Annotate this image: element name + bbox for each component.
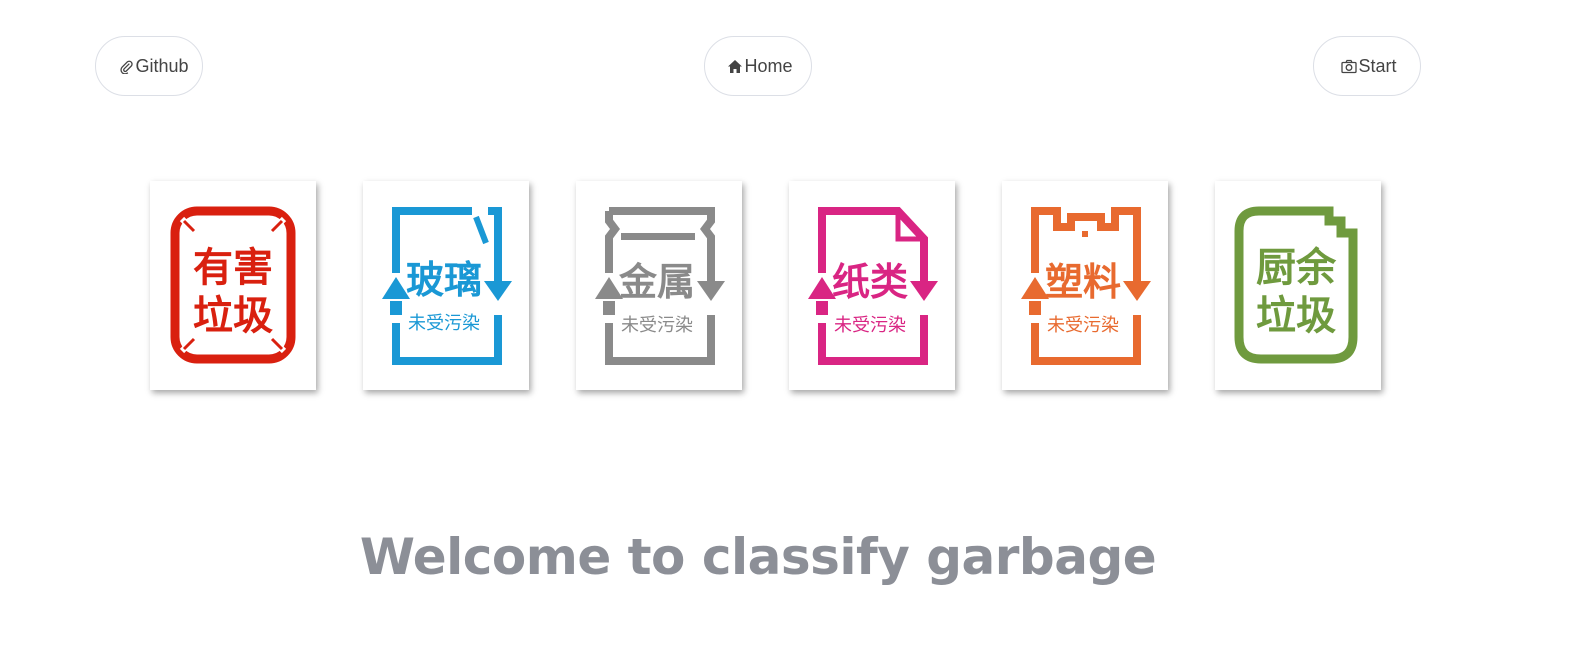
glass-line1: 玻璃: [406, 258, 482, 302]
home-label: Home: [744, 55, 793, 76]
start-label: Start: [1358, 55, 1397, 76]
plastic-line1: 塑料: [1045, 260, 1121, 304]
camera-icon: [1341, 59, 1358, 74]
metal-line1: 金属: [618, 260, 695, 304]
paper-line1: 纸类: [832, 260, 908, 304]
card-glass[interactable]: 玻璃 未受污染: [363, 181, 529, 390]
card-kitchen[interactable]: 厨余 垃圾: [1215, 181, 1381, 390]
paper-recycle-icon: 纸类 未受污染: [808, 207, 938, 365]
metal-sub: 未受污染: [621, 315, 693, 336]
home-icon: [727, 59, 743, 74]
paper-sub: 未受污染: [834, 315, 906, 336]
kitchen-line1: 厨余: [1256, 245, 1337, 291]
glass-recycle-icon: 玻璃 未受污染: [382, 207, 512, 365]
home-button[interactable]: Home: [704, 36, 812, 96]
github-label: Github: [135, 55, 189, 76]
card-hazardous[interactable]: 有害 垃圾: [150, 181, 316, 390]
kitchen-waste-icon: 厨余 垃圾: [1234, 206, 1358, 364]
card-paper[interactable]: 纸类 未受污染: [789, 181, 955, 390]
card-plastic[interactable]: 塑料 未受污染: [1002, 181, 1168, 390]
hazardous-line1: 有害: [193, 245, 273, 291]
plastic-recycle-icon: 塑料 未受污染: [1021, 207, 1151, 365]
category-card-row: 有害 垃圾 玻璃 未受污染 金属 未受污染 纸类 未受污染 塑料 未受污染 厨余…: [150, 181, 1390, 393]
github-button[interactable]: Github: [95, 36, 203, 96]
plastic-sub: 未受污染: [1047, 315, 1119, 336]
glass-sub: 未受污染: [408, 313, 480, 334]
paperclip-icon: [119, 59, 134, 74]
start-button[interactable]: Start: [1313, 36, 1421, 96]
welcome-heading: Welcome to classify garbage: [359, 528, 1157, 586]
hazardous-waste-icon: 有害 垃圾: [170, 206, 296, 364]
card-metal[interactable]: 金属 未受污染: [576, 181, 742, 390]
hazardous-line2: 垃圾: [193, 293, 273, 339]
metal-recycle-icon: 金属 未受污染: [595, 207, 725, 365]
kitchen-line2: 垃圾: [1256, 293, 1336, 339]
